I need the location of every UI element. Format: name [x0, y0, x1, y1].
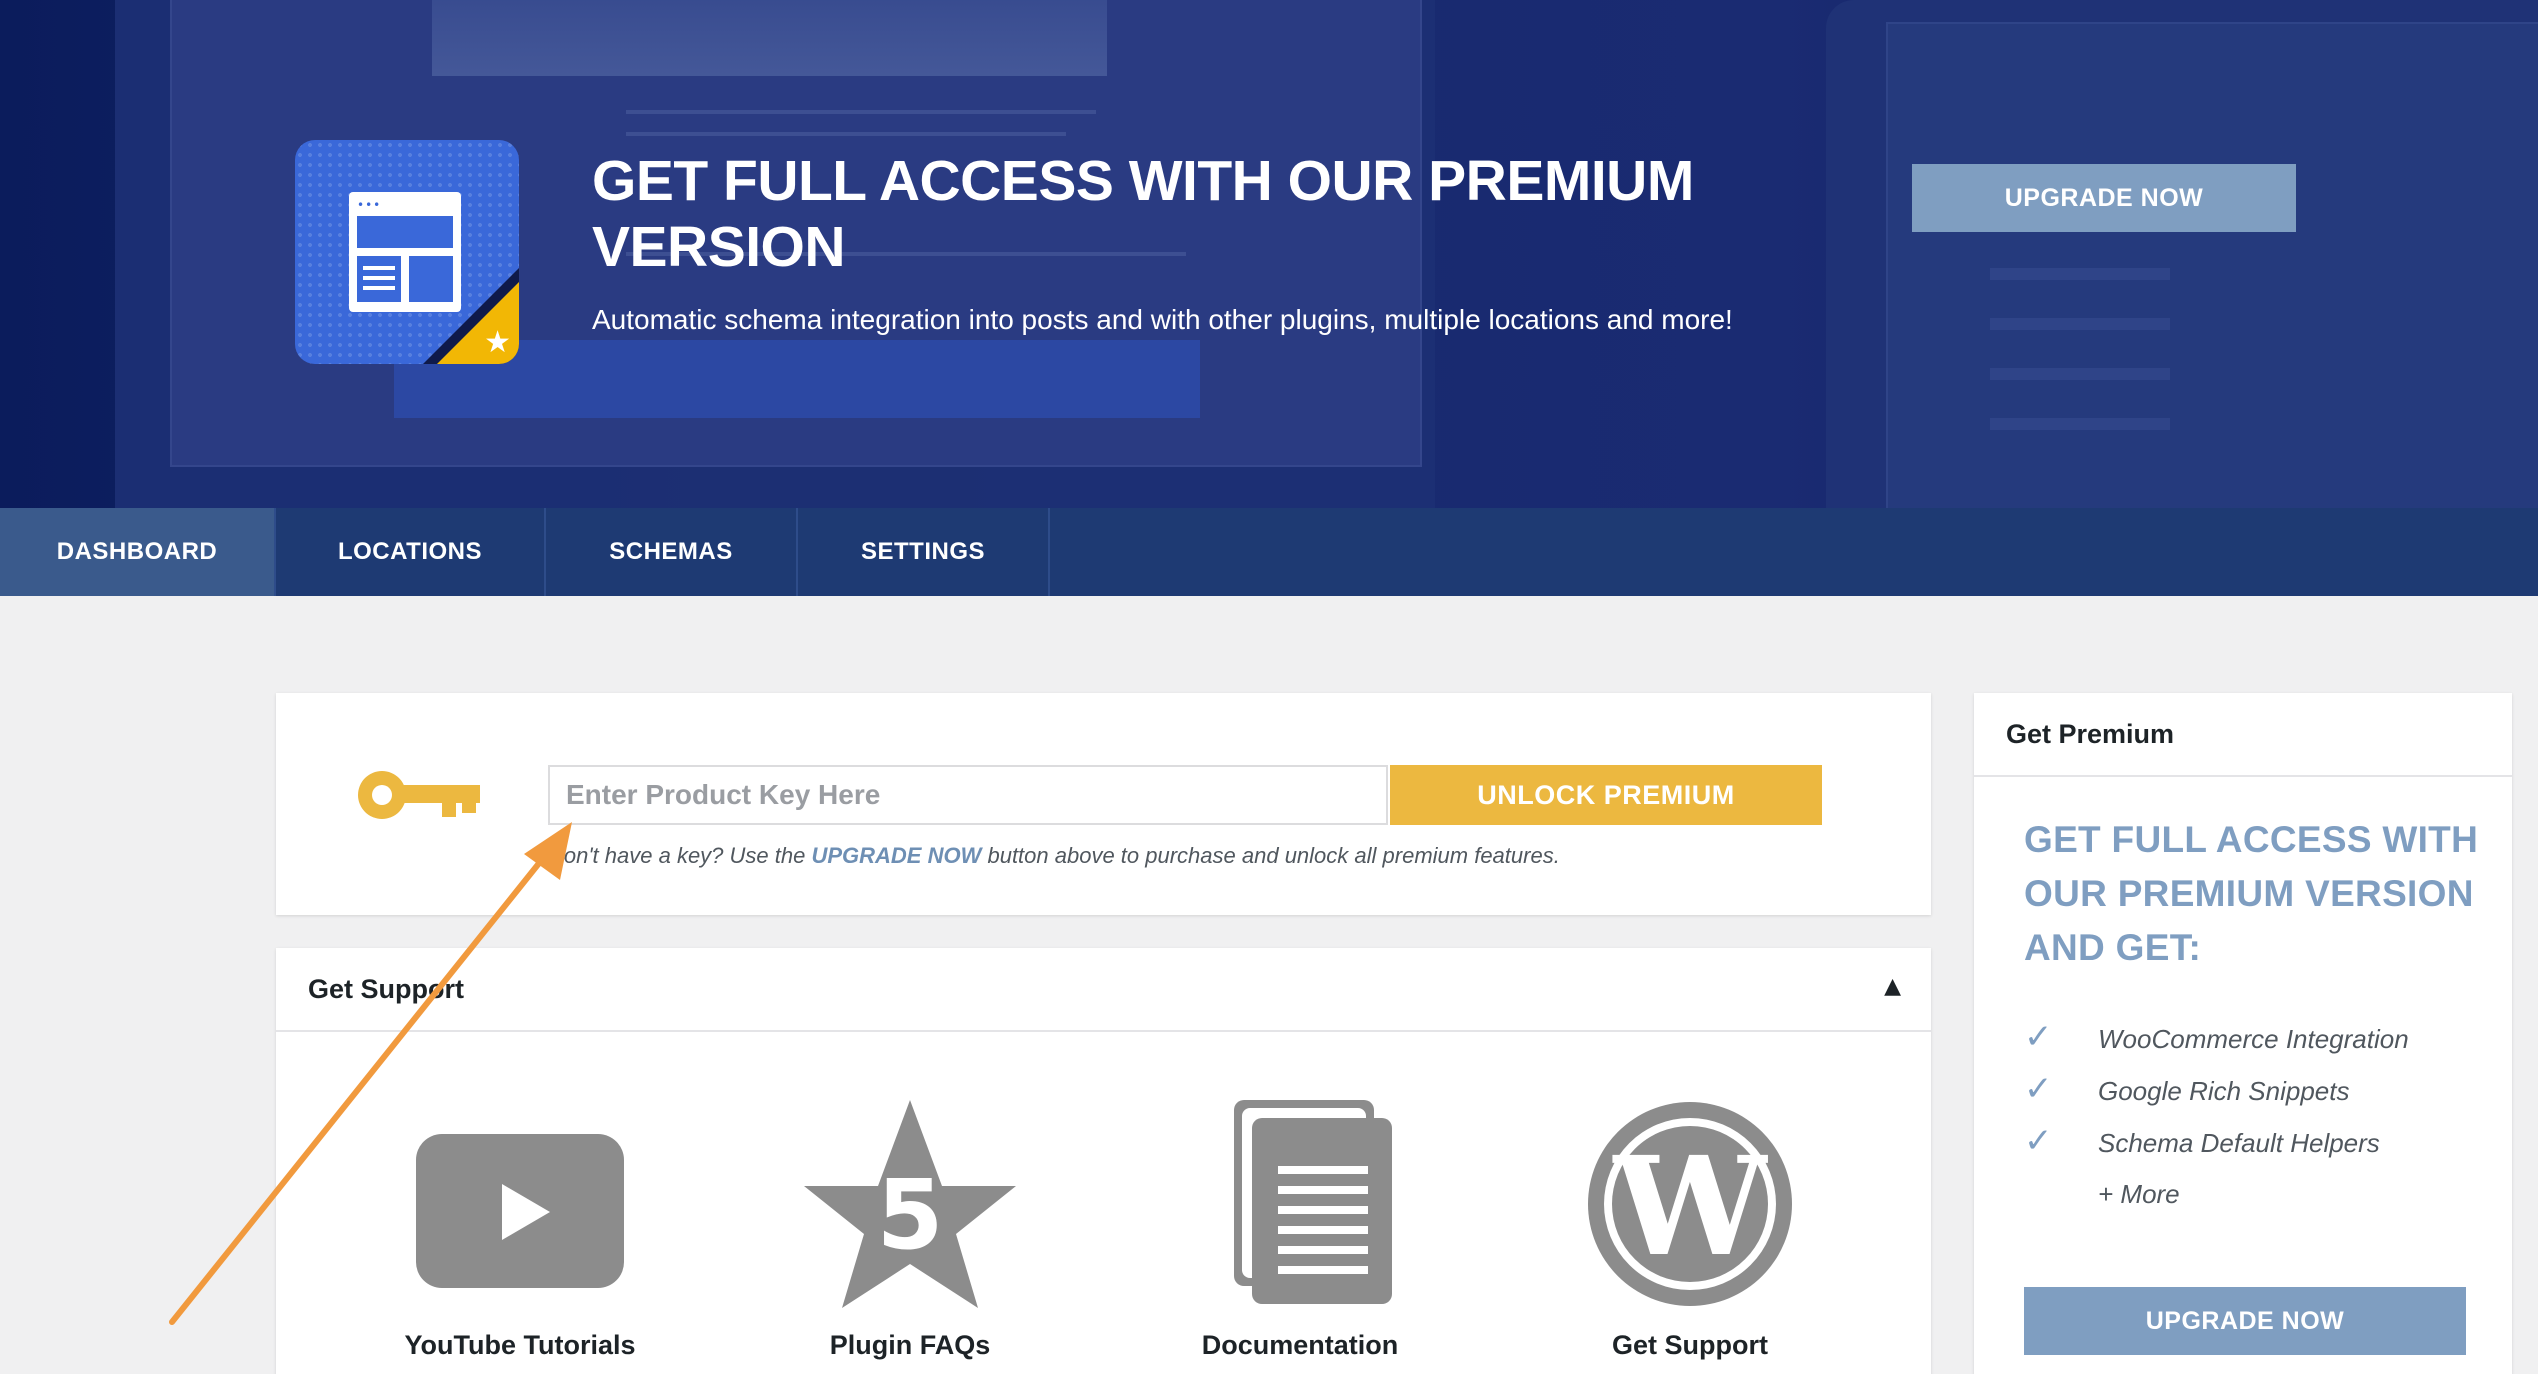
schema-plugin-icon: ••• ★	[295, 140, 519, 364]
star-icon: ★	[484, 325, 511, 360]
upgrade-now-button[interactable]: UPGRADE NOW	[1912, 164, 2296, 232]
banner-background-right-panel	[1886, 22, 2538, 508]
checkmark-icon: ✓	[2024, 1017, 2053, 1057]
license-help-suffix: button above to purchase and unlock all …	[981, 843, 1560, 868]
plugin-faqs-link[interactable]: 5 Plugin FAQs	[780, 1098, 1040, 1361]
tab-dashboard[interactable]: DASHBOARD	[0, 508, 276, 596]
collapse-toggle-icon[interactable]: ▲	[1884, 974, 1901, 999]
faq-badge-number: 5	[877, 1159, 944, 1271]
banner-background-image	[432, 0, 1107, 76]
product-key-input[interactable]	[548, 765, 1388, 825]
banner-background-row	[1990, 318, 2170, 330]
sidebar-header: Get Premium	[1974, 693, 2512, 777]
feature-item: ✓ Google Rich Snippets	[2024, 1069, 2349, 1109]
support-panel-header[interactable]: Get Support ▲	[276, 948, 1931, 1032]
support-item-label: Get Support	[1612, 1330, 1768, 1360]
support-item-label: YouTube Tutorials	[404, 1330, 636, 1360]
banner-background-line	[626, 110, 1096, 114]
star-five-icon: 5	[804, 1100, 1016, 1308]
banner-title: GET FULL ACCESS WITH OUR PREMIUM VERSION	[592, 149, 1694, 279]
feature-item: ✓ Schema Default Helpers	[2024, 1121, 2380, 1161]
more-features-label: + More	[2098, 1179, 2180, 1209]
checkmark-icon: ✓	[2024, 1121, 2053, 1161]
banner-background-line	[626, 132, 1066, 136]
document-icon	[1234, 1100, 1392, 1304]
banner-background-row	[1990, 418, 2170, 430]
license-key-panel: UNLOCK PREMIUM Don't have a key? Use the…	[276, 693, 1931, 915]
get-support-link[interactable]: W Get Support	[1560, 1098, 1820, 1361]
license-help-prefix: Don't have a key? Use the	[548, 843, 812, 868]
sidebar-upgrade-now-button[interactable]: UPGRADE NOW	[2024, 1287, 2466, 1355]
get-support-panel: Get Support ▲ YouTube Tutorials 5 Plugin…	[276, 948, 1931, 1374]
support-item-label: Documentation	[1201, 1330, 1399, 1360]
banner-background-row	[1990, 368, 2170, 380]
tab-locations[interactable]: LOCATIONS	[276, 508, 546, 596]
feature-label: Schema Default Helpers	[2098, 1128, 2380, 1158]
tab-settings[interactable]: SETTINGS	[798, 508, 1050, 596]
tab-schemas[interactable]: SCHEMAS	[546, 508, 798, 596]
sidebar-promo-title: GET FULL ACCESS WITH OUR PREMIUM VERSION…	[2024, 819, 2479, 968]
support-item-label: Plugin FAQs	[829, 1330, 991, 1360]
unlock-premium-button[interactable]: UNLOCK PREMIUM	[1390, 765, 1822, 825]
sidebar-header-title: Get Premium	[2006, 719, 2175, 749]
feature-label: Google Rich Snippets	[2098, 1076, 2350, 1106]
plugin-nav-tabs: DASHBOARD LOCATIONS SCHEMAS SETTINGS	[0, 508, 2538, 596]
support-panel-title: Get Support	[308, 974, 464, 1004]
premium-banner: ••• ★ GET FULL ACCESS WITH OUR PREMIUM V…	[0, 0, 2538, 508]
upgrade-now-link[interactable]: UPGRADE NOW	[811, 843, 981, 868]
checkmark-icon: ✓	[2024, 1069, 2053, 1109]
youtube-icon	[416, 1134, 624, 1288]
license-help-text: Don't have a key? Use the UPGRADE NOW bu…	[548, 843, 1560, 869]
documentation-link[interactable]: Documentation	[1170, 1098, 1430, 1361]
feature-label: WooCommerce Integration	[2098, 1024, 2409, 1054]
banner-subtitle: Automatic schema integration into posts …	[592, 304, 1733, 335]
youtube-tutorials-link[interactable]: YouTube Tutorials	[390, 1098, 650, 1361]
feature-item: ✓ WooCommerce Integration	[2024, 1017, 2409, 1057]
get-premium-sidebar: Get Premium GET FULL ACCESS WITH OUR PRE…	[1974, 693, 2512, 1374]
wordpress-icon: W	[1588, 1102, 1792, 1306]
svg-text:W: W	[1612, 1127, 1769, 1287]
banner-background-row	[1990, 268, 2170, 280]
key-icon	[358, 771, 480, 819]
